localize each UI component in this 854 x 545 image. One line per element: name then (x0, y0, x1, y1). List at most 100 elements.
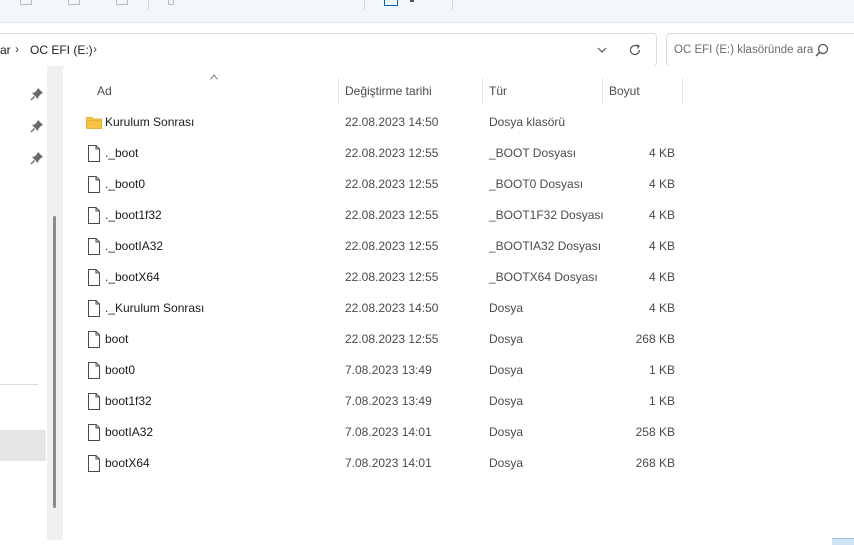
file-name[interactable]: boot (105, 324, 128, 355)
file-size: 4 KB (648, 208, 675, 222)
file-icon (86, 424, 102, 441)
column-header-name[interactable]: Ad (97, 78, 112, 104)
search-icon[interactable] (814, 42, 830, 58)
file-name[interactable]: boot0 (105, 355, 135, 386)
file-date: 22.08.2023 14:50 (345, 301, 439, 315)
file-name[interactable]: ._boot (105, 138, 138, 169)
file-type: Dosya (489, 332, 524, 346)
file-name[interactable]: ._bootX64 (105, 262, 160, 293)
file-size: 1 KB (648, 394, 675, 408)
file-type: Dosya klasörü (489, 115, 566, 129)
file-icon (86, 145, 102, 162)
folder-icon (86, 114, 102, 131)
search-box[interactable] (666, 33, 854, 67)
breadcrumb-item[interactable]: ar (0, 43, 11, 57)
file-type: Dosya (489, 394, 524, 408)
command-bar (0, 0, 854, 23)
file-size: 258 KB (635, 425, 675, 439)
file-icon (86, 176, 102, 193)
file-name[interactable]: ._boot1f32 (105, 200, 162, 231)
column-header-type[interactable]: Tür (489, 78, 507, 104)
column-divider[interactable] (338, 78, 339, 104)
address-bar[interactable]: ar › OC EFI (E:) › (0, 33, 657, 67)
toolbar-icon[interactable] (68, 0, 80, 5)
file-size (600, 107, 675, 138)
nav-scrollbar-thumb[interactable] (53, 216, 56, 508)
file-size: 268 KB (635, 456, 675, 470)
file-date: 7.08.2023 13:49 (345, 394, 432, 408)
toolbar-icon[interactable] (116, 0, 128, 5)
file-icon (86, 300, 102, 317)
toolbar-icon[interactable] (168, 0, 174, 5)
column-divider[interactable] (482, 78, 483, 104)
file-name[interactable]: boot1f32 (105, 386, 152, 417)
file-name[interactable]: ._bootIA32 (105, 231, 163, 262)
file-row[interactable]: boot1f32 7.08.2023 13:49 Dosya 1 KB (80, 386, 700, 417)
nav-item-selected[interactable] (0, 430, 46, 461)
column-header-size[interactable]: Boyut (609, 78, 640, 104)
address-history-button[interactable] (589, 34, 615, 66)
file-size: 1 KB (648, 363, 675, 377)
file-type: _BOOTX64 Dosyası (489, 270, 598, 284)
file-row[interactable]: ._bootIA32 22.08.2023 12:55 _BOOTIA32 Dosy… (80, 231, 700, 262)
navigation-pane (0, 66, 47, 544)
file-date: 22.08.2023 14:50 (345, 115, 439, 129)
file-date: 7.08.2023 13:49 (345, 363, 432, 377)
file-type: Dosya (489, 363, 524, 377)
file-row[interactable]: ._bootX64 22.08.2023 12:55 _BOOTX64 Dosyas… (80, 262, 700, 293)
file-size: 4 KB (648, 270, 675, 284)
file-type: Dosya (489, 425, 524, 439)
pin-icon[interactable] (30, 87, 44, 101)
file-size: 268 KB (635, 332, 675, 346)
file-row[interactable]: ._boot1f32 22.08.2023 12:55 _BOOT1F32 Dosy… (80, 200, 700, 231)
file-date: 7.08.2023 14:01 (345, 425, 432, 439)
file-row[interactable]: boot0 7.08.2023 13:49 Dosya 1 KB (80, 355, 700, 386)
toolbar-divider (148, 0, 149, 10)
breadcrumb-current[interactable]: OC EFI (E:) (30, 43, 93, 57)
nav-divider (0, 384, 38, 385)
file-list: Ad Değiştirme tarihi Tür Boyut Kurulum S… (64, 66, 854, 544)
file-date: 7.08.2023 14:01 (345, 456, 432, 470)
pin-icon[interactable] (30, 151, 44, 165)
view-icon[interactable] (384, 0, 398, 6)
file-row[interactable]: ._boot0 22.08.2023 12:55 _BOOT0 Dosyası 4 K… (80, 169, 700, 200)
file-row[interactable]: Kurulum Sonrası 22.08.2023 14:50 Dosya kla… (80, 107, 700, 138)
file-date: 22.08.2023 12:55 (345, 332, 439, 346)
toolbar-icon[interactable] (20, 0, 32, 5)
breadcrumb-separator-icon[interactable]: › (15, 42, 19, 56)
file-type: _BOOTIA32 Dosyası (489, 239, 602, 253)
file-size: 4 KB (648, 301, 675, 315)
file-type: Dosya (489, 301, 524, 315)
file-row[interactable]: ._Kurulum Sonrası 22.08.2023 14:50 Dosya 4 … (80, 293, 700, 324)
file-row[interactable]: bootX64 7.08.2023 14:01 Dosya 268 KB (80, 448, 700, 479)
file-row[interactable]: bootIA32 7.08.2023 14:01 Dosya 258 KB (80, 417, 700, 448)
file-row[interactable]: boot 22.08.2023 12:55 Dosya 268 KB (80, 324, 700, 355)
refresh-button[interactable] (622, 34, 648, 66)
file-icon (86, 455, 102, 472)
file-date: 22.08.2023 12:55 (345, 146, 439, 160)
column-divider[interactable] (682, 78, 683, 104)
file-size: 4 KB (648, 146, 675, 160)
breadcrumb-separator-icon[interactable]: › (93, 42, 97, 56)
file-name[interactable]: Kurulum Sonrası (105, 107, 194, 138)
toolbar-divider (364, 0, 365, 10)
column-divider[interactable] (602, 78, 603, 104)
file-name[interactable]: ._Kurulum Sonrası (105, 293, 204, 324)
pin-icon[interactable] (30, 119, 44, 133)
file-date: 22.08.2023 12:55 (345, 177, 439, 191)
file-type: _BOOT1F32 Dosyası (489, 208, 604, 222)
file-size: 4 KB (648, 177, 675, 191)
chevron-down-icon[interactable] (410, 0, 414, 2)
file-row[interactable]: ._boot 22.08.2023 12:55 _BOOT Dosyası 4 KB (80, 138, 700, 169)
file-date: 22.08.2023 12:55 (345, 208, 439, 222)
column-header-date[interactable]: Değiştirme tarihi (345, 78, 432, 104)
file-type: Dosya (489, 456, 524, 470)
refresh-icon (629, 44, 641, 56)
file-name[interactable]: ._boot0 (105, 169, 145, 200)
toolbar-divider (452, 0, 453, 10)
search-input[interactable] (672, 40, 826, 60)
file-icon (86, 238, 102, 255)
file-type: _BOOT Dosyası (489, 146, 577, 160)
file-name[interactable]: bootX64 (105, 448, 150, 479)
file-name[interactable]: bootIA32 (105, 417, 153, 448)
